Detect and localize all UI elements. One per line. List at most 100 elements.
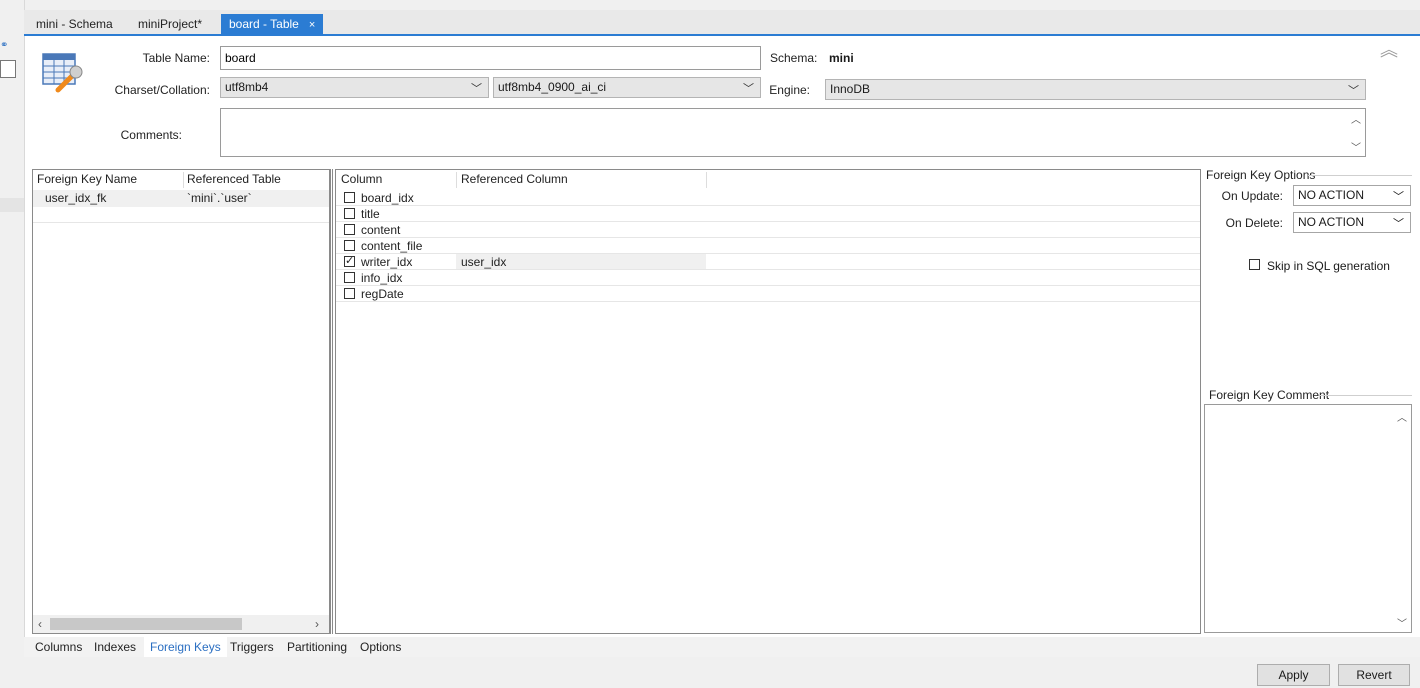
column-checkbox[interactable]: [344, 254, 355, 267]
scroll-down-icon[interactable]: ﹀: [1351, 139, 1361, 154]
referenced-column-cell: user_idx: [461, 255, 507, 269]
tab-miniproject[interactable]: miniProject*: [130, 14, 210, 34]
engine-label: Engine:: [769, 83, 810, 97]
column-checkbox[interactable]: [344, 272, 355, 283]
panel-splitter[interactable]: [330, 169, 334, 634]
skip-sql-checkbox[interactable]: [1249, 259, 1260, 270]
chevron-down-icon: ﹀: [471, 83, 482, 95]
on-delete-value: NO ACTION: [1298, 215, 1365, 229]
engine-select[interactable]: InnoDB ﹀: [825, 79, 1366, 100]
column-name-cell: content: [361, 223, 401, 237]
charset-select[interactable]: utf8mb4 ﹀: [220, 77, 489, 98]
column-name-cell: regDate: [361, 287, 404, 301]
on-delete-label: On Delete:: [1225, 216, 1283, 230]
chevron-down-icon: ﹀: [1393, 218, 1404, 230]
column-checkbox[interactable]: [344, 224, 355, 235]
on-update-label: On Update:: [1221, 189, 1283, 203]
close-icon[interactable]: ×: [309, 19, 315, 31]
on-delete-select[interactable]: NO ACTION ﹀: [1293, 212, 1411, 233]
chevron-down-icon: ﹀: [1348, 85, 1359, 97]
header-divider: [456, 172, 457, 188]
top-strip: [0, 0, 1420, 10]
group-divider: [1308, 175, 1412, 176]
row-divider: [336, 301, 1200, 302]
collapse-up-icon[interactable]: ︽: [1380, 41, 1402, 68]
collation-value: utf8mb4_0900_ai_ci: [498, 80, 607, 94]
column-name-cell: content_file: [361, 239, 423, 253]
tab-label: miniProject*: [138, 17, 203, 31]
link-icon[interactable]: ⚭: [0, 40, 8, 51]
table-row[interactable]: regDate: [336, 286, 1200, 302]
charset-label: Charset/Collation:: [114, 83, 210, 97]
fk-comment-title: Foreign Key Comment: [1209, 388, 1334, 402]
tab-triggers[interactable]: Triggers: [230, 640, 274, 654]
left-gutter: ⚭: [0, 0, 25, 688]
column-name-cell: board_idx: [361, 191, 414, 205]
chevron-down-icon: ﹀: [1393, 191, 1404, 203]
on-update-select[interactable]: NO ACTION ﹀: [1293, 185, 1411, 206]
fk-table-cell: `mini`.`user`: [187, 191, 252, 205]
fk-name-header: Foreign Key Name: [37, 172, 138, 186]
scroll-left-icon[interactable]: ‹: [38, 617, 42, 631]
tab-partitioning[interactable]: Partitioning: [287, 640, 347, 654]
on-update-value: NO ACTION: [1298, 188, 1365, 202]
horizontal-scrollbar[interactable]: ‹ ›: [33, 615, 329, 633]
header-divider: [183, 172, 184, 188]
scroll-right-icon[interactable]: ›: [315, 617, 319, 631]
table-row[interactable]: board_idx: [336, 190, 1200, 206]
column-checkbox[interactable]: [344, 288, 355, 299]
tab-foreign-keys[interactable]: Foreign Keys: [144, 637, 227, 657]
column-checkbox[interactable]: [344, 240, 355, 251]
table-row[interactable]: info_idx: [336, 270, 1200, 286]
table-row[interactable]: writer_idx user_idx: [336, 254, 1200, 270]
table-row[interactable]: content_file: [336, 238, 1200, 254]
scroll-thumb[interactable]: [50, 618, 242, 630]
column-name-cell: title: [361, 207, 380, 221]
chevron-down-icon: ﹀: [743, 83, 754, 95]
fk-columns-panel: Column Referenced Column board_idxtitle c…: [335, 169, 1201, 634]
table-name-input[interactable]: [220, 46, 761, 70]
referenced-table-header: Referenced Table: [187, 172, 281, 186]
side-row: [0, 198, 24, 212]
scroll-down-icon[interactable]: ﹀: [1397, 615, 1407, 630]
column-checkbox[interactable]: [344, 192, 355, 203]
fk-name-cell: user_idx_fk: [45, 191, 107, 205]
scroll-up-icon[interactable]: ︿: [1397, 409, 1407, 424]
referenced-column-header: Referenced Column: [461, 172, 568, 186]
tab-indexes[interactable]: Indexes: [94, 640, 136, 654]
column-header: Column: [341, 172, 383, 186]
table-name-label: Table Name:: [142, 51, 210, 65]
comments-label: Comments:: [120, 128, 182, 142]
schema-value: mini: [829, 51, 854, 65]
apply-button[interactable]: Apply: [1257, 664, 1330, 686]
table-wrench-icon: [42, 52, 86, 94]
skip-sql-label: Skip in SQL generation: [1267, 259, 1390, 273]
table-row[interactable]: user_idx_fk `mini`.`user`: [33, 190, 329, 207]
engine-value: InnoDB: [830, 82, 871, 96]
tab-board-table[interactable]: board - Table ×: [221, 14, 324, 36]
fk-options-title: Foreign Key Options: [1206, 168, 1320, 182]
tab-options[interactable]: Options: [360, 640, 401, 654]
row-divider: [33, 222, 329, 223]
fk-comment-textarea[interactable]: ︿ ﹀: [1204, 404, 1412, 633]
editor-tabs: Columns Indexes Foreign Keys Triggers Pa…: [24, 637, 1420, 657]
column-name-cell: info_idx: [361, 271, 403, 285]
revert-button[interactable]: Revert: [1338, 664, 1410, 686]
footer-bar: Apply Revert: [24, 657, 1420, 688]
tab-label: board - Table: [229, 17, 299, 31]
comments-textarea[interactable]: ︿ ﹀: [220, 108, 1366, 157]
charset-value: utf8mb4: [225, 80, 269, 94]
tab-mini-schema[interactable]: mini - Schema: [28, 14, 121, 34]
header-divider: [706, 172, 707, 188]
document-tabbar: mini - Schema miniProject* board - Table…: [24, 10, 1420, 36]
table-row[interactable]: content: [336, 222, 1200, 238]
collation-select[interactable]: utf8mb4_0900_ai_ci ﹀: [493, 77, 761, 98]
scroll-up-icon[interactable]: ︿: [1351, 111, 1361, 126]
tab-label: mini - Schema: [36, 17, 113, 31]
tab-columns[interactable]: Columns: [35, 640, 82, 654]
side-input[interactable]: [0, 60, 16, 78]
schema-label: Schema:: [770, 51, 818, 65]
table-row[interactable]: title: [336, 206, 1200, 222]
group-divider: [1319, 395, 1412, 396]
column-checkbox[interactable]: [344, 208, 355, 219]
